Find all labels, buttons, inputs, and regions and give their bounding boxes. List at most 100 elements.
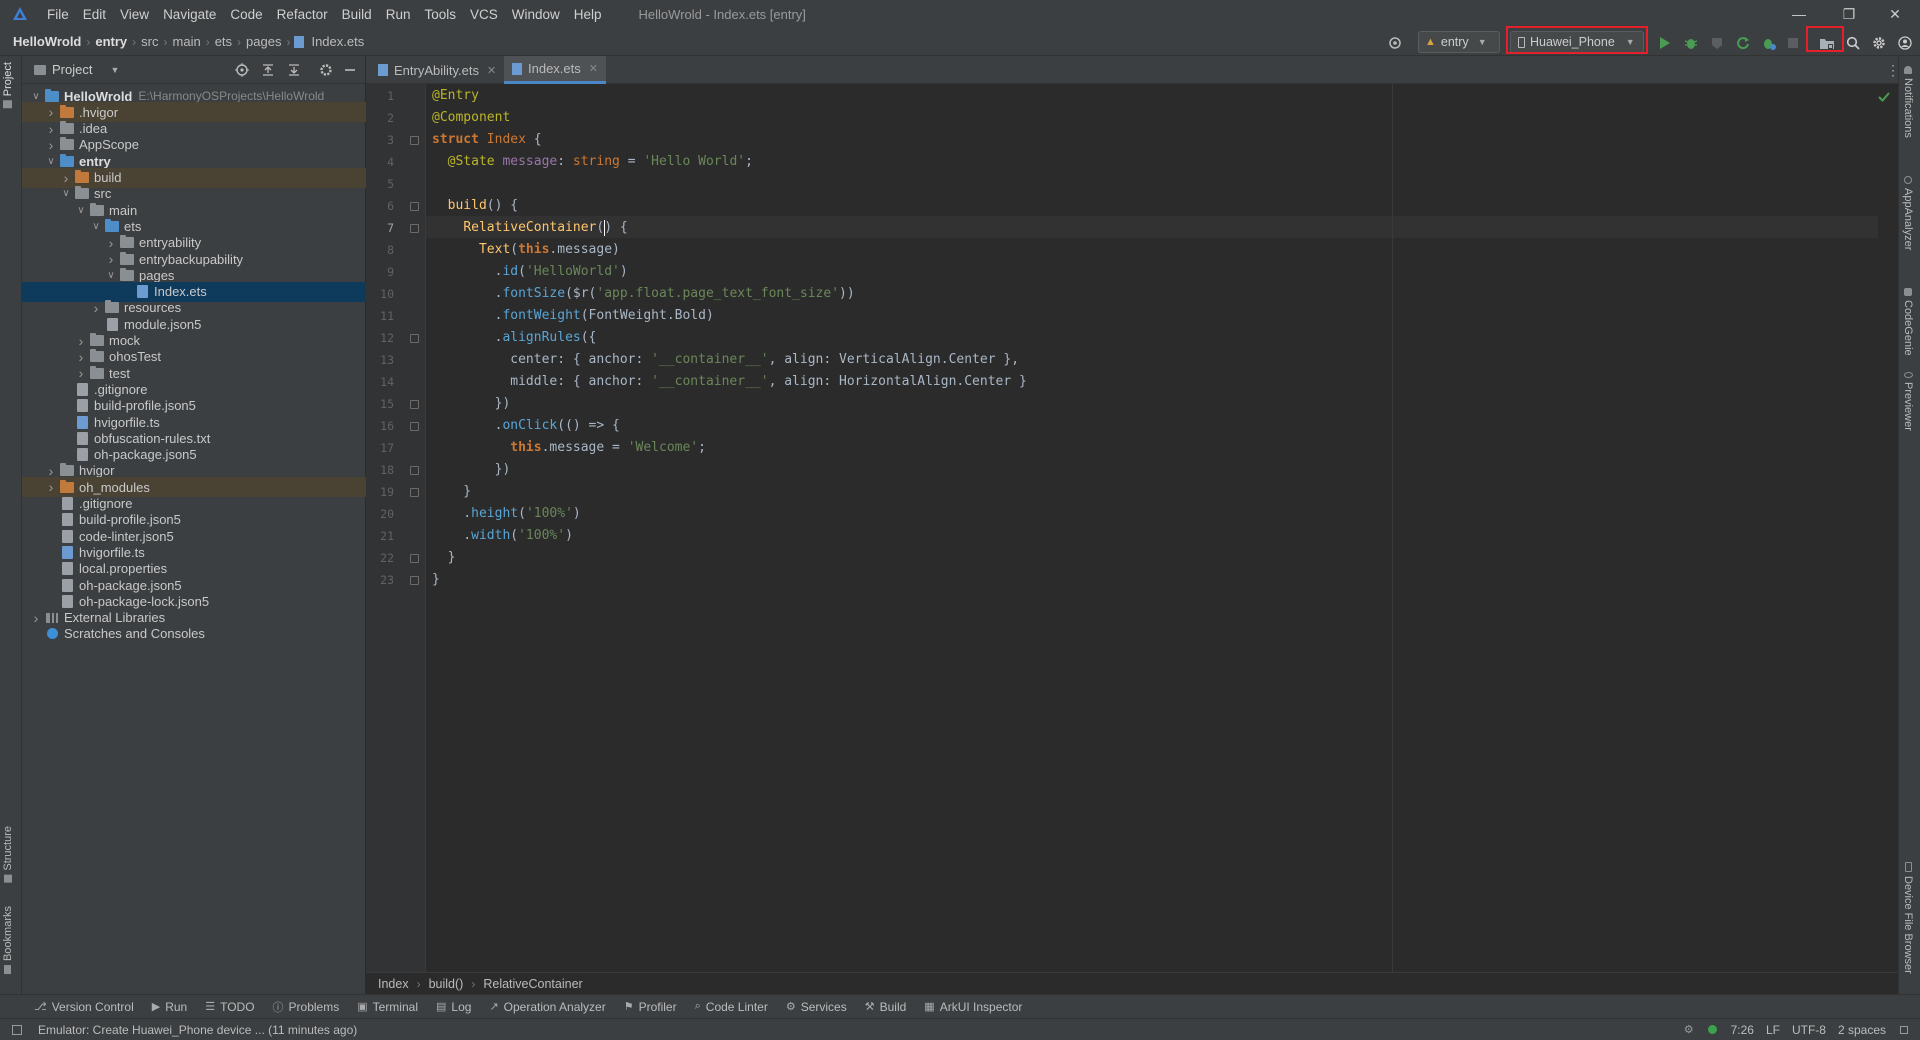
menu-window[interactable]: Window [505,7,567,22]
expand-all-icon[interactable] [258,60,278,80]
indent-setting[interactable]: 2 spaces [1838,1023,1886,1037]
search-icon[interactable] [1842,32,1864,54]
select-opened-file-icon[interactable] [232,60,252,80]
more-options-icon[interactable]: ⋮ [1886,62,1900,79]
menu-build[interactable]: Build [335,7,379,22]
code-editor[interactable]: 1 2 3 4 5 6 7 8 9 10 11 12 13 14 15 16 17 18 19 20 21 22 23 @E… [366,62,1900,972]
notifications-tool-tab[interactable]: Notifications [1902,66,1914,138]
chevron-down-icon[interactable]: ▼ [110,65,119,75]
project-tool-tab[interactable]: Project [2,62,14,109]
code-token: '100%' [518,528,566,543]
locate-target-icon[interactable] [1384,32,1406,54]
line-separator[interactable]: LF [1766,1023,1780,1037]
fold-marker-icon[interactable] [410,554,419,563]
breadcrumb-item[interactable]: HelloWrold [10,34,84,49]
breadcrumb-item[interactable]: pages [243,34,284,49]
menu-edit[interactable]: Edit [76,7,113,22]
chevron-down-icon[interactable]: ∨ [73,205,89,216]
fold-marker-icon[interactable] [410,576,419,585]
codegenie-tool-tab[interactable]: CodeGenie [1902,288,1914,356]
tool-window-run[interactable]: ▶ Run [152,1000,187,1014]
menu-vcs[interactable]: VCS [463,7,505,22]
lock-icon[interactable] [1900,1025,1908,1034]
breadcrumb-item[interactable]: src [138,34,161,49]
gear-icon[interactable] [316,60,336,80]
menu-run[interactable]: Run [379,7,418,22]
tool-window-terminal[interactable]: ▣ Terminal [357,1000,418,1014]
breadcrumb-item[interactable]: main [170,34,204,49]
menu-view[interactable]: View [113,7,156,22]
editor-breadcrumb-item[interactable]: Index [378,977,409,991]
structure-tool-tab[interactable]: Structure [2,826,14,883]
tool-window-log[interactable]: ▤ Log [436,1000,471,1014]
minimize-button[interactable]: — [1776,0,1822,28]
tool-window-build[interactable]: ⚒ Build [865,1000,907,1014]
chevron-down-icon[interactable]: ∨ [28,91,44,102]
tree-item-label: hvigor [79,463,115,479]
chevron-down-icon[interactable]: ∨ [58,188,74,199]
tool-window-operation-analyzer[interactable]: ↗ Operation Analyzer [489,1000,605,1014]
tab-index-ets[interactable]: Index.ets ✕ [504,56,606,84]
breadcrumb-item[interactable]: entry [92,34,130,49]
debug-icon[interactable] [1680,32,1702,54]
code-token: ( [510,528,519,543]
chevron-down-icon[interactable]: ∨ [103,270,119,281]
tool-window-services[interactable]: ⚙ Services [786,1000,847,1014]
tool-window-code-linter[interactable]: ⌕ Code Linter [695,1000,768,1014]
close-window-button[interactable]: ✕ [1872,0,1918,28]
tool-window-arkui-inspector[interactable]: ▦ ArkUI Inspector [924,1000,1022,1014]
hide-panel-icon[interactable] [340,60,360,80]
tree-item[interactable]: Scratches and Consoles [22,624,366,644]
fold-marker-icon[interactable] [410,136,419,145]
menu-code[interactable]: Code [223,7,269,22]
status-message[interactable]: Emulator: Create Huawei_Phone device ...… [38,1023,357,1037]
fold-marker-icon[interactable] [410,422,419,431]
stop-icon[interactable] [1782,32,1804,54]
close-tab-icon[interactable]: ✕ [487,64,496,77]
cursor-position[interactable]: 7:26 [1731,1023,1754,1037]
close-tab-icon[interactable]: ✕ [589,62,598,75]
fold-marker-icon[interactable] [410,488,419,497]
ets-file-icon [512,62,522,75]
tool-window-profiler[interactable]: ⚑ Profiler [624,1000,677,1014]
tool-window-problems[interactable]: ⓘ Problems [273,999,340,1015]
appanalyzer-tool-tab[interactable]: AppAnalyzer [1902,176,1914,250]
run-icon[interactable] [1654,32,1676,54]
file-encoding[interactable]: UTF-8 [1792,1023,1826,1037]
collapse-all-icon[interactable] [284,60,304,80]
chevron-down-icon[interactable]: ∨ [88,221,104,232]
previewer-tool-tab[interactable]: Previewer [1902,372,1914,431]
breadcrumb-separator: › [86,34,91,49]
account-icon[interactable] [1894,32,1916,54]
device-file-browser-tool-tab[interactable]: Device File Browser [1902,862,1914,974]
fold-marker-icon[interactable] [410,224,419,233]
menu-file[interactable]: File [40,7,76,22]
module-select[interactable]: ▲ entry ▼ [1418,31,1500,53]
breadcrumb-item[interactable]: Index.ets [308,34,367,49]
menu-navigate[interactable]: Navigate [156,7,223,22]
gear-icon[interactable] [1868,32,1890,54]
code-token: () { [486,198,519,213]
tool-window-todo[interactable]: ☰ TODO [205,1000,254,1014]
status-toggle-icon[interactable] [12,1024,22,1035]
fold-marker-icon[interactable] [410,400,419,409]
attach-debugger-icon[interactable] [1758,32,1780,54]
tool-window-version-control[interactable]: ⎇ Version Control [34,1000,134,1014]
editor-breadcrumb-item[interactable]: build() [429,977,464,991]
tab-entryability-ets[interactable]: EntryAbility.ets ✕ [370,56,504,84]
chevron-down-icon[interactable]: ∨ [43,156,59,167]
menu-refactor[interactable]: Refactor [270,7,335,22]
fold-marker-icon[interactable] [410,202,419,211]
menu-help[interactable]: Help [567,7,609,22]
project-panel-title[interactable]: Project [52,62,92,77]
editor-breadcrumb-item[interactable]: RelativeContainer [483,977,582,991]
breadcrumb-item[interactable]: ets [212,34,235,49]
bookmarks-tool-tab[interactable]: Bookmarks [2,906,14,975]
profile-icon[interactable] [1706,32,1728,54]
menu-tools[interactable]: Tools [417,7,463,22]
power-save-icon[interactable]: ⚙ [1684,1023,1694,1036]
fold-marker-icon[interactable] [410,334,419,343]
fold-marker-icon[interactable] [410,466,419,475]
rerun-icon[interactable] [1732,32,1754,54]
restore-button[interactable]: ❐ [1826,0,1872,28]
